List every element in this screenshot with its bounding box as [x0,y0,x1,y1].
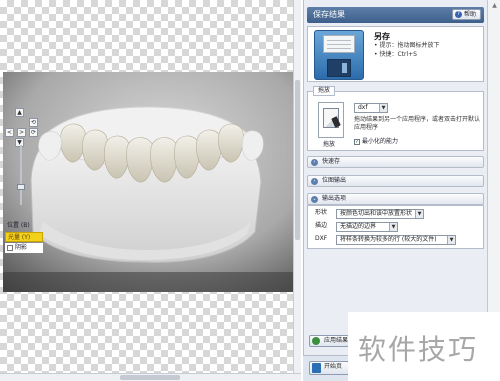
panel-title-bar: 保存结果 ? 帮助 [307,7,484,23]
pan-left-button[interactable]: < [5,128,14,137]
format-select[interactable]: dxf ▼ [354,103,388,113]
watermark-text: 软件技巧 [358,333,479,366]
position-label[interactable]: 位置 (B) [5,221,43,231]
dental-model-photo [3,72,293,292]
pan-right-button[interactable]: > [17,128,26,137]
chevron-down-icon: ▼ [389,223,397,231]
minimize-option[interactable]: ✓ 最小化的能力 [354,137,398,147]
save-as-hints: • 提示：拖动图标并放下 • 快捷：Ctrl+S [374,41,439,59]
scroll-up-arrow-icon[interactable]: ▲ [491,2,498,9]
drag-icon-caption: 拖放 [323,141,336,148]
chevron-down-icon: ▼ [447,236,455,244]
quick-save-label: 快速存 [322,158,341,165]
chevron-right-icon: › [311,159,318,166]
zoom-slider-track[interactable] [20,145,22,205]
watermark: 软件技巧 [348,312,500,381]
pan-up-button[interactable]: ▲ [15,108,24,117]
apply-icon [312,337,320,345]
save-as-hint-shortcut: • 快捷：Ctrl+S [374,51,417,58]
help-label: 帮助 [463,11,476,18]
rotate-right-button[interactable]: ⟳ [29,128,38,137]
zoom-slider-handle[interactable] [17,184,25,190]
floppy-disk-icon[interactable] [314,30,364,80]
drag-drop-tab: 拖放 [313,86,336,96]
light-toggle[interactable]: 光量 (Y) [5,232,43,242]
position-output-section[interactable]: › 位图输出 [307,175,484,187]
rotate-left-button[interactable]: ⟲ [29,118,38,127]
format-select-value: dxf [358,104,368,111]
position-output-label: 位图输出 [322,177,347,184]
start-page-label: 开始页 [324,363,343,370]
shadow-label: 阴影 [15,244,28,251]
shadow-toggle[interactable]: 阴影 [5,243,43,253]
start-page-icon [312,363,321,373]
minimize-label: 最小化的能力 [362,138,399,145]
view-panel: 位置 (B) 光量 (Y) 阴影 [5,221,43,254]
start-page-button[interactable]: 开始页 [309,361,349,375]
stroke-label: 描边 [315,222,328,229]
dxf-select-value: 将样条转换为较多的行 (较大的文件) [340,236,437,243]
stroke-select-value: 无描边的边界 [340,223,377,230]
chevron-down-icon: ▼ [415,210,423,218]
drag-file-icon[interactable] [318,102,344,138]
shape-select[interactable]: 按颜色切出和该中放置形状 ▼ [336,209,424,219]
drag-description: 拖动结果到另一个应用程序，或者双击打开默认应用程序 [354,116,481,131]
chevron-down-icon: ⌄ [311,196,318,203]
stroke-select[interactable]: 无描边的边界 ▼ [336,222,398,232]
canvas-vertical-scrollbar[interactable] [293,0,301,375]
help-icon: ? [454,11,462,18]
panel-title: 保存结果 [313,10,345,19]
dxf-label: DXF [315,235,328,242]
save-as-hint-drag: • 提示：拖动图标并放下 [374,42,440,49]
shape-select-value: 按颜色切出和该中放置形状 [340,210,413,217]
chevron-down-icon: ▼ [379,104,387,112]
canvas-hscroll-thumb[interactable] [120,375,180,380]
shadow-checkbox[interactable] [7,244,13,251]
help-button[interactable]: ? 帮助 [451,9,481,20]
canvas-vscroll-thumb[interactable] [295,80,300,240]
quick-save-section[interactable]: › 快速存 [307,156,484,168]
chevron-right-icon: › [311,178,318,185]
apply-results-label: 应用结果 [324,337,349,344]
dxf-select[interactable]: 将样条转换为较多的行 (较大的文件) ▼ [336,235,456,245]
canvas-horizontal-scrollbar[interactable] [0,373,301,381]
save-as-box[interactable]: 另存 • 提示：拖动图标并放下 • 快捷：Ctrl+S [307,26,484,82]
apply-results-button[interactable]: 应用结果 [309,335,349,347]
output-options-label: 输出选项 [322,195,347,202]
output-options-section[interactable]: ⌄ 输出选项 [307,193,484,205]
shape-label: 形状 [315,209,328,216]
minimize-checkbox[interactable]: ✓ [354,138,360,145]
